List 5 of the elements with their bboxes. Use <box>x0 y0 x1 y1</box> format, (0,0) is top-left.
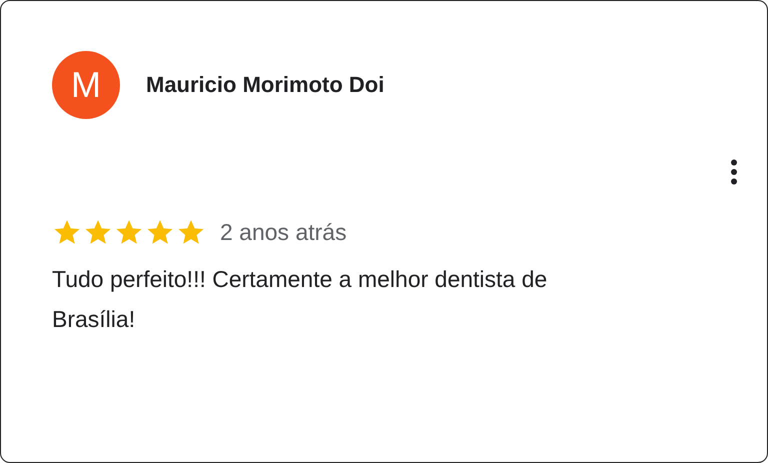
avatar: M <box>52 51 120 119</box>
review-text: Tudo perfeito!!! Certamente a melhor dentista de Brasília! <box>52 265 548 334</box>
review-date: 2 anos atrás <box>220 218 347 246</box>
author-name: Mauricio Morimoto Doi <box>146 72 384 98</box>
more-options-icon[interactable] <box>730 159 738 185</box>
